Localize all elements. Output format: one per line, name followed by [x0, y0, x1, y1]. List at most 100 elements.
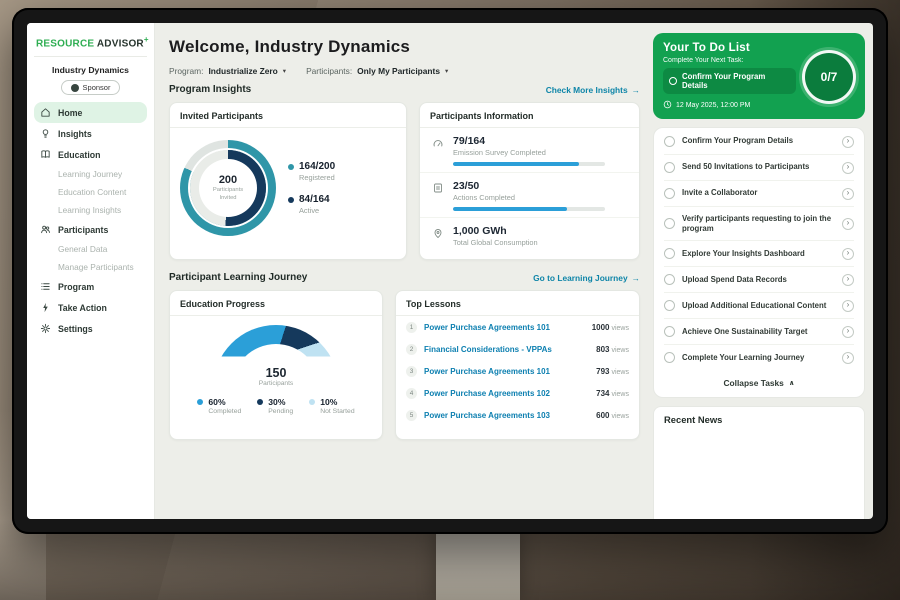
checkbox-icon[interactable] — [664, 326, 675, 337]
gauge-center-value: 150 — [266, 366, 287, 380]
sidebar-item-insights[interactable]: Insights — [34, 123, 147, 144]
legend-dot-not-started — [309, 399, 315, 405]
task-row-complete-learning-journey[interactable]: Complete Your Learning Journey › — [664, 345, 854, 370]
arrow-right-icon: → — [632, 85, 640, 95]
todo-card: Your To Do List Complete Your Next Task:… — [653, 33, 865, 119]
task-label: Achieve One Sustainability Target — [682, 327, 835, 337]
lesson-rank: 3 — [406, 366, 417, 377]
sidebar-item-label: Home — [58, 108, 82, 118]
task-label: Verify participants requesting to join t… — [682, 214, 835, 234]
legend-dot-completed — [197, 399, 203, 405]
lesson-rank: 2 — [406, 344, 417, 355]
sidebar-item-manage-participants[interactable]: Manage Participants — [34, 258, 147, 276]
lesson-views: 793 — [596, 367, 609, 376]
checkbox-icon[interactable] — [664, 300, 675, 311]
chevron-right-icon[interactable]: › — [842, 162, 854, 174]
checkbox-icon[interactable] — [664, 188, 675, 199]
sidebar-item-label: Insights — [58, 129, 92, 139]
checkbox-icon[interactable] — [664, 136, 675, 147]
sidebar-item-general-data[interactable]: General Data — [34, 240, 147, 258]
task-row-verify-participants[interactable]: Verify participants requesting to join t… — [664, 207, 854, 241]
sidebar-item-learning-journey[interactable]: Learning Journey — [34, 165, 147, 183]
stat-emission-survey: 79/164 Emission Survey Completed — [420, 128, 639, 172]
sidebar-item-home[interactable]: Home — [34, 102, 147, 123]
progress-bar — [453, 207, 605, 211]
go-to-learning-journey-link[interactable]: Go to Learning Journey → — [533, 273, 640, 283]
top-lessons-card: Top Lessons 1 Power Purchase Agreements … — [395, 290, 640, 440]
lightbulb-icon — [40, 128, 52, 139]
gear-icon — [40, 323, 52, 334]
app-logo: RESOURCE ADVISOR+ — [34, 31, 147, 57]
chevron-right-icon[interactable]: › — [842, 248, 854, 260]
chevron-right-icon[interactable]: › — [842, 326, 854, 338]
lesson-link[interactable]: Power Purchase Agreements 101 — [424, 323, 585, 332]
checkbox-icon[interactable] — [664, 248, 675, 259]
lesson-row[interactable]: 1 Power Purchase Agreements 101 1000view… — [396, 316, 639, 338]
lesson-row[interactable]: 2 Financial Considerations - VPPAs 803vi… — [396, 338, 639, 360]
chevron-right-icon[interactable]: › — [842, 274, 854, 286]
sidebar-item-take-action[interactable]: Take Action — [34, 297, 147, 318]
program-value: Industrialize Zero — [208, 66, 277, 76]
invited-donut-chart: 200 Participants Invited — [180, 140, 276, 236]
legend-item: 10% Not Started — [309, 397, 354, 427]
todo-progress-ring: 0/7 — [802, 50, 856, 104]
legend-label: Completed — [208, 408, 241, 415]
todo-next-task[interactable]: Confirm Your Program Details — [663, 68, 796, 94]
participants-select[interactable]: Participants: Only My Participants ▾ — [306, 66, 448, 76]
sidebar-item-learning-insights[interactable]: Learning Insights — [34, 201, 147, 219]
people-icon — [40, 224, 52, 235]
sidebar-item-settings[interactable]: Settings — [34, 318, 147, 339]
card-title: Top Lessons — [396, 291, 639, 316]
task-row-upload-educational-content[interactable]: Upload Additional Educational Content › — [664, 293, 854, 319]
task-row-explore-insights[interactable]: Explore Your Insights Dashboard › — [664, 241, 854, 267]
task-row-invite-collaborator[interactable]: Invite a Collaborator › — [664, 181, 854, 207]
legend-value: 84/164 — [299, 194, 330, 205]
lesson-row[interactable]: 5 Power Purchase Agreements 103 600views — [396, 404, 639, 426]
stat-value: 23/50 — [453, 180, 605, 192]
checklist-icon — [432, 182, 444, 194]
legend-value: 10% — [320, 397, 337, 407]
sidebar-item-program[interactable]: Program — [34, 276, 147, 297]
lesson-link[interactable]: Power Purchase Agreements 102 — [424, 389, 589, 398]
lesson-views: 600 — [596, 411, 609, 420]
lesson-rank: 4 — [406, 388, 417, 399]
task-row-send-invitations[interactable]: Send 50 Invitations to Participants › — [664, 155, 854, 181]
lesson-row[interactable]: 3 Power Purchase Agreements 101 793views — [396, 360, 639, 382]
legend-label: Pending — [268, 408, 293, 415]
chevron-right-icon[interactable]: › — [842, 188, 854, 200]
sponsor-badge[interactable]: Sponsor — [61, 80, 121, 95]
checkbox-icon[interactable] — [664, 218, 675, 229]
lesson-link[interactable]: Financial Considerations - VPPAs — [424, 345, 589, 354]
check-more-insights-link[interactable]: Check More Insights → — [546, 85, 640, 95]
gauge-center-label: Participants — [259, 380, 293, 387]
views-unit: views — [611, 413, 629, 420]
collapse-tasks-button[interactable]: Collapse Tasks ∧ — [664, 370, 854, 397]
task-row-upload-spend-data[interactable]: Upload Spend Data Records › — [664, 267, 854, 293]
sidebar-item-education[interactable]: Education — [34, 144, 147, 165]
sidebar-item-participants[interactable]: Participants — [34, 219, 147, 240]
task-label: Complete Your Learning Journey — [682, 353, 835, 363]
logo-plus: + — [144, 35, 149, 44]
checkbox-icon[interactable] — [664, 352, 675, 363]
program-select[interactable]: Program: Industrialize Zero ▾ — [169, 66, 286, 76]
org-name: Industry Dynamics — [34, 65, 147, 75]
legend-item: 60% Completed — [197, 397, 241, 415]
lesson-row[interactable]: 4 Power Purchase Agreements 102 734views — [396, 382, 639, 404]
chevron-right-icon[interactable]: › — [842, 136, 854, 148]
chevron-right-icon[interactable]: › — [842, 300, 854, 312]
lesson-link[interactable]: Power Purchase Agreements 103 — [424, 411, 589, 420]
lesson-views: 1000 — [592, 323, 610, 332]
chevron-up-icon: ∧ — [789, 379, 795, 387]
radio-icon — [669, 77, 677, 85]
todo-title: Your To Do List — [663, 42, 796, 54]
legend-value: 164/200 — [299, 161, 335, 172]
checkbox-icon[interactable] — [664, 162, 675, 173]
lesson-link[interactable]: Power Purchase Agreements 101 — [424, 367, 589, 376]
stat-actions-completed: 23/50 Actions Completed — [420, 172, 639, 217]
chevron-right-icon[interactable]: › — [842, 352, 854, 364]
task-row-achieve-sustainability-target[interactable]: Achieve One Sustainability Target › — [664, 319, 854, 345]
checkbox-icon[interactable] — [664, 274, 675, 285]
sidebar-item-education-content[interactable]: Education Content — [34, 183, 147, 201]
task-row-confirm-program-details[interactable]: Confirm Your Program Details › — [664, 129, 854, 155]
chevron-right-icon[interactable]: › — [842, 218, 854, 230]
